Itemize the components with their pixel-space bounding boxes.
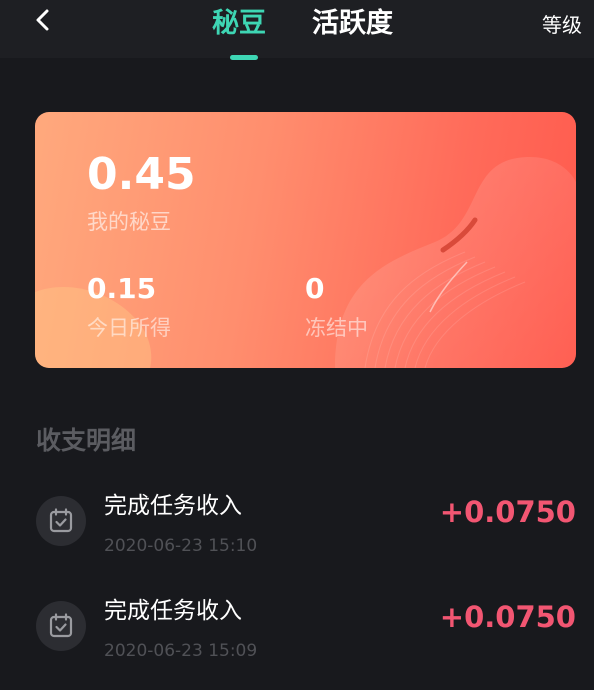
record-icon-badge (36, 601, 86, 651)
record-amount: +0.0750 (439, 495, 576, 529)
frozen-value: 0 (305, 272, 325, 305)
top-bar: 秘豆 活跃度 等级 (0, 0, 594, 60)
tab-activity[interactable]: 活跃度 (312, 6, 393, 42)
page: 秘豆 活跃度 等级 0.45 我的秘豆 0.15 今日所得 0 冻结中 收支明细… (0, 0, 594, 690)
beans-total-label: 我的秘豆 (87, 210, 171, 234)
tab-beans[interactable]: 秘豆 (212, 6, 266, 42)
record-icon-badge (36, 496, 86, 546)
today-earned-value: 0.15 (87, 272, 157, 305)
back-button[interactable] (28, 6, 58, 36)
record-amount: +0.0750 (439, 600, 576, 634)
record-time: 2020-06-23 15:09 (104, 641, 258, 661)
record-time: 2020-06-23 15:10 (104, 536, 258, 556)
record-title: 完成任务收入 (104, 493, 242, 519)
list-item[interactable]: 完成任务收入 2020-06-23 15:10 +0.0750 (0, 493, 594, 592)
active-tab-indicator (230, 55, 258, 60)
calendar-check-icon (49, 613, 73, 638)
today-earned-label: 今日所得 (87, 316, 171, 340)
beans-total-value: 0.45 (87, 149, 196, 200)
back-arrow-icon (36, 9, 49, 31)
record-title: 完成任务收入 (104, 598, 242, 624)
list-item[interactable]: 完成任务收入 2020-06-23 15:09 +0.0750 (0, 598, 594, 690)
calendar-check-icon (49, 508, 73, 533)
details-section-title: 收支明细 (36, 426, 137, 455)
level-link[interactable]: 等级 (542, 10, 582, 40)
frozen-label: 冻结中 (305, 316, 368, 340)
balance-card: 0.45 我的秘豆 0.15 今日所得 0 冻结中 (35, 112, 576, 368)
